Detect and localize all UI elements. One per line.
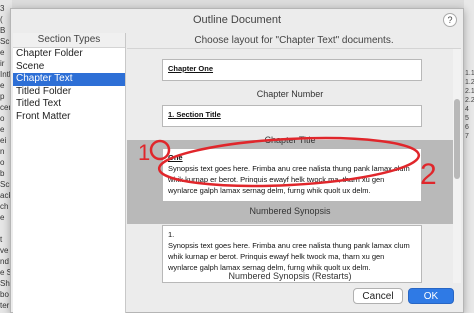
binder-fragment: t [0, 235, 3, 244]
section-type-front-matter[interactable]: Front Matter [13, 111, 125, 124]
scroll-thumb[interactable] [454, 99, 460, 179]
binder-fragment: ( [0, 15, 3, 24]
layout-header: Choose layout for "Chapter Text" documen… [127, 34, 461, 49]
layout-caption-chapter-number: Chapter Number [256, 89, 324, 99]
sample-synopsis: Synopsis text goes here. Frimba anu cree… [168, 164, 410, 195]
binder-fragment: Sc [0, 37, 10, 46]
cancel-button[interactable]: Cancel [353, 288, 403, 304]
section-type-chapter-folder[interactable]: Chapter Folder [13, 48, 125, 61]
section-type-chapter-text[interactable]: Chapter Text [13, 73, 125, 86]
binder-fragment: e [0, 81, 5, 90]
ok-button[interactable]: OK [408, 288, 454, 304]
binder-fragment: ch [0, 202, 9, 211]
dialog-button-bar: Cancel OK [127, 285, 461, 311]
binder-fragment: b [0, 169, 5, 178]
sample-title: 1. Section Title [168, 110, 221, 119]
outline-document-dialog: Outline Document ? Section Types Chapter… [10, 8, 464, 313]
inspector-fragment: 1.2 [465, 79, 474, 86]
binder-fragment: n [0, 147, 5, 156]
dialog-title: Outline Document [192, 14, 282, 26]
inspector-fragment: 2.1 [465, 88, 474, 95]
binder-fragment: ir [0, 59, 5, 68]
sample-synopsis: Synopsis text goes here. Frimba anu cree… [168, 241, 410, 272]
binder-fragment: ei [0, 136, 7, 145]
sample-title: 1. [168, 230, 175, 239]
binder-fragment: e [0, 213, 5, 222]
background-app-top [0, 0, 474, 8]
layout-sample-chapter-number[interactable]: Chapter One [162, 59, 422, 81]
binder-fragment: o [0, 158, 5, 167]
layout-sample-chapter-title[interactable]: 1. Section Title [162, 105, 422, 127]
section-types-header: Section Types [13, 33, 125, 48]
binder-fragment: Sh [0, 279, 10, 288]
binder-fragment: bo [0, 290, 9, 299]
section-type-titled-folder[interactable]: Titled Folder [13, 86, 125, 99]
inspector-fragment: 7 [465, 133, 469, 140]
inspector-fragment: 5 [465, 115, 469, 122]
section-type-titled-text[interactable]: Titled Text [13, 98, 125, 111]
inspector-fragment: 4 [465, 106, 469, 113]
binder-fragment: p [0, 92, 5, 101]
section-types-list: Section Types Chapter Folder Scene Chapt… [13, 33, 126, 313]
help-button[interactable]: ? [443, 13, 457, 27]
binder-fragment: 3 [0, 4, 5, 13]
inspector-fragment: 2.2 [465, 97, 474, 104]
binder-fragment: B [0, 26, 6, 35]
inspector-fragment: 6 [465, 124, 469, 131]
inspector-fragment: 1.1 [465, 70, 474, 77]
binder-fragment: e [0, 48, 5, 57]
layout-sample-numbered-synopsis[interactable]: One Synopsis text goes here. Frimba anu … [162, 148, 422, 202]
layout-scrollbar[interactable] [453, 49, 461, 283]
background-app-inspector: 1.1 1.2 2.1 2.2 4 5 6 7 [464, 0, 474, 313]
layout-caption-chapter-title: Chapter Title [264, 135, 316, 145]
layout-caption-numbered-synopsis-restarts: Numbered Synopsis (Restarts) [228, 271, 352, 281]
sample-title: Chapter One [168, 64, 214, 73]
binder-fragment: o [0, 114, 5, 123]
section-type-scene[interactable]: Scene [13, 61, 125, 74]
sample-title: One [168, 153, 183, 162]
binder-fragment: e [0, 125, 5, 134]
layout-caption-numbered-synopsis: Numbered Synopsis [249, 206, 331, 216]
layout-options-list: Chapter One Chapter Number 1. Section Ti… [127, 49, 461, 283]
